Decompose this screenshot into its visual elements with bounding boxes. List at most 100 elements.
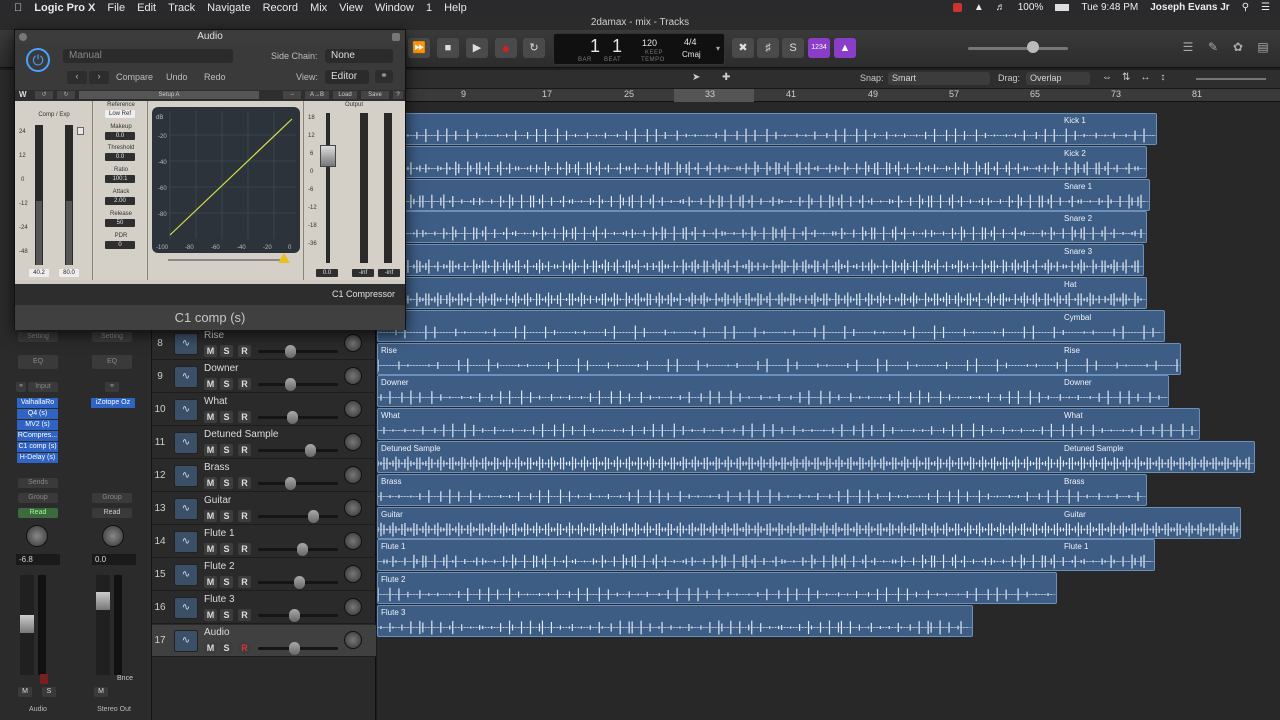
strip2-fader-knob[interactable] — [96, 592, 110, 610]
menu-help[interactable]: Help — [444, 2, 467, 14]
solo-button[interactable]: S — [220, 411, 233, 423]
setting-button-out[interactable]: Setting — [92, 332, 132, 342]
mute-button[interactable]: M — [204, 576, 217, 588]
zoom-icons[interactable]: ⇔⇅↔↕ — [1102, 72, 1175, 83]
audio-region[interactable]: Kick 2 — [377, 145, 1147, 178]
strip1-mute[interactable]: M — [18, 687, 32, 697]
track-header[interactable]: 12 ∿ Brass M S R — [152, 460, 376, 492]
track-header[interactable]: 10 ∿ What M S R — [152, 394, 376, 426]
redo-button[interactable]: Redo — [204, 72, 226, 82]
preset-dropdown[interactable]: Manual — [63, 49, 233, 63]
waves-undo-button[interactable]: ↺ — [35, 91, 53, 99]
audio-region[interactable]: Rise Rise — [377, 342, 1181, 375]
ab-button[interactable]: A→B — [305, 91, 329, 99]
setting-button[interactable]: Setting — [18, 332, 58, 342]
track-volume-knob[interactable] — [285, 345, 296, 358]
menu-edit[interactable]: Edit — [137, 2, 156, 14]
insert-slot-1[interactable]: ValhallaRo — [17, 398, 58, 408]
solo-button[interactable]: S — [220, 378, 233, 390]
audio-region[interactable]: Snare 2 — [377, 211, 1147, 244]
expand-icon[interactable] — [392, 33, 400, 41]
track-name[interactable]: Flute 1 — [204, 528, 235, 539]
insert-slot-3[interactable]: MV2 (s) — [17, 420, 58, 430]
mute-button[interactable]: M — [204, 510, 217, 522]
snap-dropdown[interactable]: Smart — [888, 72, 990, 85]
lcd-display[interactable]: 1 1 BAR BEAT 120 KEEP TEMPO 4/4 Cmaj ▾ — [553, 33, 725, 65]
strip1-volume-readout[interactable]: -6.8 — [16, 554, 60, 565]
master-volume-slider[interactable] — [968, 47, 1068, 50]
plugin-title[interactable]: Audio — [15, 30, 405, 44]
notepad-icon[interactable]: ✎ — [1205, 40, 1221, 54]
view-dropdown[interactable]: Editor — [325, 70, 369, 84]
track-volume-fader[interactable] — [258, 383, 338, 386]
strip2-fader[interactable] — [96, 575, 110, 675]
input-button[interactable]: Input — [28, 382, 58, 392]
mute-button[interactable]: M — [204, 411, 217, 423]
menu-track[interactable]: Track — [168, 2, 195, 14]
track-volume-knob[interactable] — [285, 477, 296, 490]
arrange-area[interactable]: Kick 1 Kick 2 Snare 1 Snare 2 Snare 3 Hat Cymb… — [377, 102, 1280, 720]
track-pan-knob[interactable] — [344, 367, 362, 385]
solo-button[interactable]: S — [220, 576, 233, 588]
track-volume-knob[interactable] — [294, 576, 305, 589]
compare-button[interactable]: Compare — [116, 72, 153, 82]
replace-icon[interactable]: ✖ — [732, 38, 754, 58]
power-icon[interactable]: ⏻ — [26, 48, 50, 72]
mute-button[interactable]: M — [204, 477, 217, 489]
insert-slot-6[interactable]: H-Delay (s) — [17, 453, 58, 463]
attack-value[interactable]: 2.00 — [105, 197, 135, 205]
menu-navigate[interactable]: Navigate — [207, 2, 250, 14]
mute-button[interactable]: M — [204, 444, 217, 456]
record-enable-button[interactable]: R — [238, 444, 251, 456]
fast-forward-button[interactable]: ⏩ — [408, 38, 430, 58]
track-name[interactable]: Flute 2 — [204, 561, 235, 572]
group-button[interactable]: Group — [18, 493, 58, 503]
out-left-value[interactable]: -inf — [352, 269, 374, 277]
master-volume-knob[interactable] — [1027, 41, 1039, 53]
out-right-value[interactable]: -inf — [378, 269, 400, 277]
track-header[interactable]: 17 ∿ Audio M S R — [152, 625, 376, 657]
output-gain-fader[interactable] — [326, 113, 330, 263]
pan-knob-out[interactable] — [102, 525, 124, 547]
link-icon[interactable]: ⚭ — [375, 70, 393, 83]
track-volume-fader[interactable] — [258, 449, 338, 452]
audio-region[interactable]: Cymbal — [377, 309, 1165, 342]
out-gain-value[interactable]: 0.0 — [316, 269, 338, 277]
output-input-label[interactable]: ⚭ — [105, 382, 119, 392]
track-pan-knob[interactable] — [344, 532, 362, 550]
threshold-value[interactable]: 0.0 — [105, 153, 135, 161]
track-name[interactable]: Audio — [204, 627, 230, 638]
audio-region[interactable]: Flute 2 — [377, 572, 1057, 605]
record-enable-button[interactable]: R — [238, 378, 251, 390]
track-volume-fader[interactable] — [258, 416, 338, 419]
strip1-fader-knob[interactable] — [20, 615, 34, 633]
load-button[interactable]: Load — [333, 91, 357, 99]
audio-region[interactable]: Hat — [377, 277, 1147, 309]
audio-region[interactable]: Detuned Sample Detuned Sample — [377, 441, 1255, 473]
menu-clock[interactable]: Tue 9:48 PM — [1081, 2, 1138, 13]
strip1-solo[interactable]: S — [42, 687, 56, 697]
makeup-value[interactable]: 0.0 — [105, 132, 135, 140]
insert-slot-5[interactable]: C1 comp (s) — [17, 442, 58, 452]
track-name[interactable]: Detuned Sample — [204, 429, 279, 440]
pointer-tool-icon[interactable]: ➤ — [692, 72, 700, 83]
prev-preset-button[interactable]: ‹ — [67, 71, 87, 84]
strip2-mute[interactable]: M — [94, 687, 108, 697]
track-header[interactable]: 9 ∿ Downer M S R — [152, 361, 376, 393]
zoom-slider[interactable] — [1196, 78, 1266, 80]
track-pan-knob[interactable] — [344, 499, 362, 517]
audio-region[interactable]: Downer Downer — [377, 375, 1169, 408]
play-button[interactable]: ▶ — [466, 38, 488, 58]
group-button-out[interactable]: Group — [92, 493, 132, 503]
track-volume-knob[interactable] — [305, 444, 316, 457]
save-button[interactable]: Save — [361, 91, 389, 99]
menu-app[interactable]: Logic Pro X — [34, 2, 95, 14]
sidechain-dropdown[interactable]: None — [325, 49, 393, 63]
threshold-slider[interactable] — [168, 259, 284, 261]
track-name[interactable]: Downer — [204, 363, 238, 374]
audio-region[interactable]: Flute 3 — [377, 605, 973, 637]
eq-button[interactable]: EQ — [18, 355, 58, 369]
track-header[interactable]: 11 ∿ Detuned Sample M S R — [152, 427, 376, 459]
solo-button[interactable]: S — [220, 345, 233, 357]
record-enable-button[interactable]: R — [238, 543, 251, 555]
